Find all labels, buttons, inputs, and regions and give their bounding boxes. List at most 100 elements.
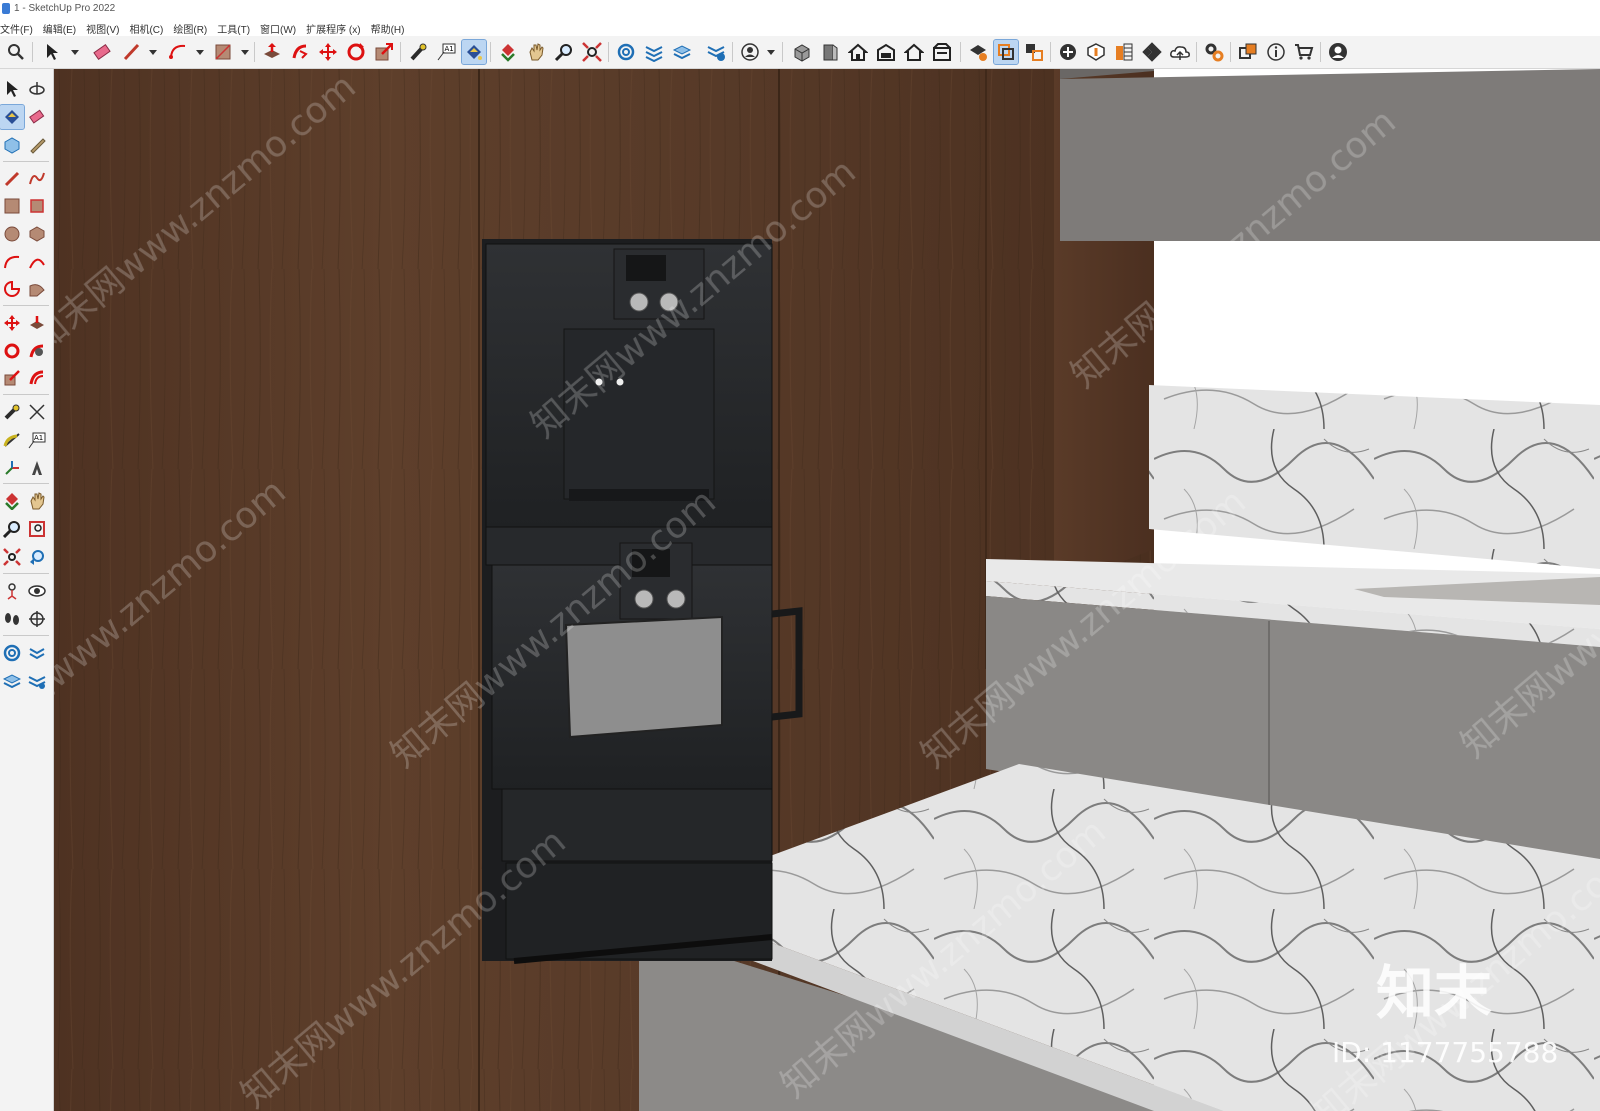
scale-icon[interactable] [0, 366, 24, 390]
search-icon[interactable] [4, 40, 28, 64]
two-point-arc-icon[interactable] [25, 250, 49, 274]
line-icon[interactable] [0, 167, 24, 191]
circle-icon[interactable] [0, 222, 24, 246]
pan-icon[interactable] [524, 40, 548, 64]
layers-icon[interactable] [642, 40, 666, 64]
menu-draw[interactable]: 绘图(R) [173, 18, 213, 36]
checkerboard-icon[interactable] [1140, 40, 1164, 64]
smoove-icon[interactable] [0, 669, 24, 693]
protractor-icon[interactable] [0, 428, 24, 452]
right-view-icon[interactable] [902, 40, 926, 64]
menu-camera[interactable]: 相机(C) [129, 18, 169, 36]
zoom-extents-icon[interactable] [0, 545, 24, 569]
position-camera-icon[interactable] [0, 579, 24, 603]
tape-measure-icon[interactable] [406, 40, 430, 64]
menu-window[interactable]: 窗口(W) [260, 18, 302, 36]
previous-view-icon[interactable] [25, 545, 49, 569]
orbit-icon[interactable] [0, 489, 24, 513]
push-pull-icon[interactable] [25, 311, 49, 335]
outliner-icon[interactable] [670, 40, 694, 64]
select-icon[interactable] [0, 77, 24, 101]
section-cut-icon[interactable] [1022, 40, 1046, 64]
paint-bucket-icon[interactable] [461, 39, 487, 65]
rotated-rect-icon[interactable] [25, 194, 49, 218]
sandbox-icon[interactable] [614, 40, 638, 64]
eraser-icon[interactable] [90, 40, 114, 64]
extension-manager-icon[interactable] [1202, 40, 1226, 64]
walk-icon[interactable] [0, 607, 24, 631]
menu-file[interactable]: 文件(F) [0, 18, 39, 36]
follow-me-icon[interactable] [288, 40, 312, 64]
info-icon[interactable] [1264, 40, 1288, 64]
chevron-down-icon[interactable] [241, 50, 249, 55]
scale-icon[interactable] [372, 40, 396, 64]
home-view-icon[interactable] [846, 40, 870, 64]
menu-tools[interactable]: 工具(T) [217, 18, 256, 36]
tape-measure-icon[interactable] [0, 400, 24, 424]
tape-icon[interactable] [25, 133, 49, 157]
rectangle-icon[interactable] [0, 194, 24, 218]
account-icon[interactable] [1326, 40, 1350, 64]
move-icon[interactable] [316, 40, 340, 64]
style-builder-icon[interactable] [1112, 40, 1136, 64]
arc-icon[interactable] [0, 250, 24, 274]
zoom-extents-icon[interactable] [580, 40, 604, 64]
top-view-icon[interactable] [874, 40, 898, 64]
lower-knob-left [634, 589, 654, 609]
freehand-icon[interactable] [25, 167, 49, 191]
dimension-icon[interactable] [25, 400, 49, 424]
chevron-down-icon[interactable] [71, 50, 79, 55]
rotate-icon[interactable] [344, 40, 368, 64]
component-icon[interactable] [1236, 40, 1260, 64]
back-view-icon[interactable] [930, 40, 954, 64]
polygon-icon[interactable] [25, 222, 49, 246]
menu-edit[interactable]: 编辑(E) [43, 18, 82, 36]
section-plane-icon[interactable] [966, 40, 990, 64]
model-info-icon[interactable] [704, 40, 728, 64]
cart-icon[interactable] [1292, 40, 1316, 64]
orbit-small-icon[interactable] [25, 77, 49, 101]
3d-text-icon[interactable] [25, 456, 49, 480]
look-around-icon[interactable] [25, 579, 49, 603]
add-location-icon[interactable] [1056, 40, 1080, 64]
chevron-down-icon[interactable] [196, 50, 204, 55]
chevron-down-icon[interactable] [767, 50, 775, 55]
zoom-window-icon[interactable] [25, 517, 49, 541]
stamp-icon[interactable] [25, 669, 49, 693]
menu-help[interactable]: 帮助(H) [371, 18, 411, 36]
iso-view-icon[interactable] [790, 40, 814, 64]
cloud-icon[interactable] [1168, 40, 1192, 64]
axes-icon[interactable] [0, 456, 24, 480]
sandbox-from-scratch-icon[interactable] [25, 641, 49, 665]
orbit-icon[interactable] [496, 40, 520, 64]
rotate-icon[interactable] [0, 339, 24, 363]
section-plane-icon[interactable] [25, 607, 49, 631]
pencil-line-icon[interactable] [120, 40, 144, 64]
display-section-icon[interactable] [993, 39, 1019, 65]
component-icon[interactable] [0, 133, 24, 157]
move-icon[interactable] [0, 311, 24, 335]
shadow-icon[interactable] [1084, 40, 1108, 64]
zoom-icon[interactable] [0, 517, 24, 541]
drawing-viewport[interactable]: 知末网www.znzmo.com 知末网www.znzmo.com 知末网www… [54, 69, 1600, 1111]
three-point-arc-icon[interactable] [25, 277, 49, 301]
offset-icon[interactable] [25, 366, 49, 390]
menu-extensions[interactable]: 扩展程序 (x) [306, 18, 366, 36]
front-view-icon[interactable] [818, 40, 842, 64]
sandbox-from-contours-icon[interactable] [0, 641, 24, 665]
pan-icon[interactable] [25, 489, 49, 513]
arc-icon[interactable] [166, 40, 190, 64]
follow-me-icon[interactable] [25, 339, 49, 363]
select-arrow-icon[interactable] [40, 40, 64, 64]
chevron-down-icon[interactable] [149, 50, 157, 55]
paint-bucket-icon[interactable] [0, 104, 25, 130]
rectangle-icon[interactable] [211, 40, 235, 64]
menu-view[interactable]: 视图(V) [86, 18, 125, 36]
eraser-icon[interactable] [25, 105, 49, 129]
pie-icon[interactable] [0, 277, 24, 301]
text-icon[interactable]: A1 [25, 428, 49, 452]
text-label-icon[interactable]: A1 [434, 40, 458, 64]
user-avatar-icon[interactable] [738, 40, 762, 64]
push-pull-icon[interactable] [260, 40, 284, 64]
zoom-icon[interactable] [552, 40, 576, 64]
